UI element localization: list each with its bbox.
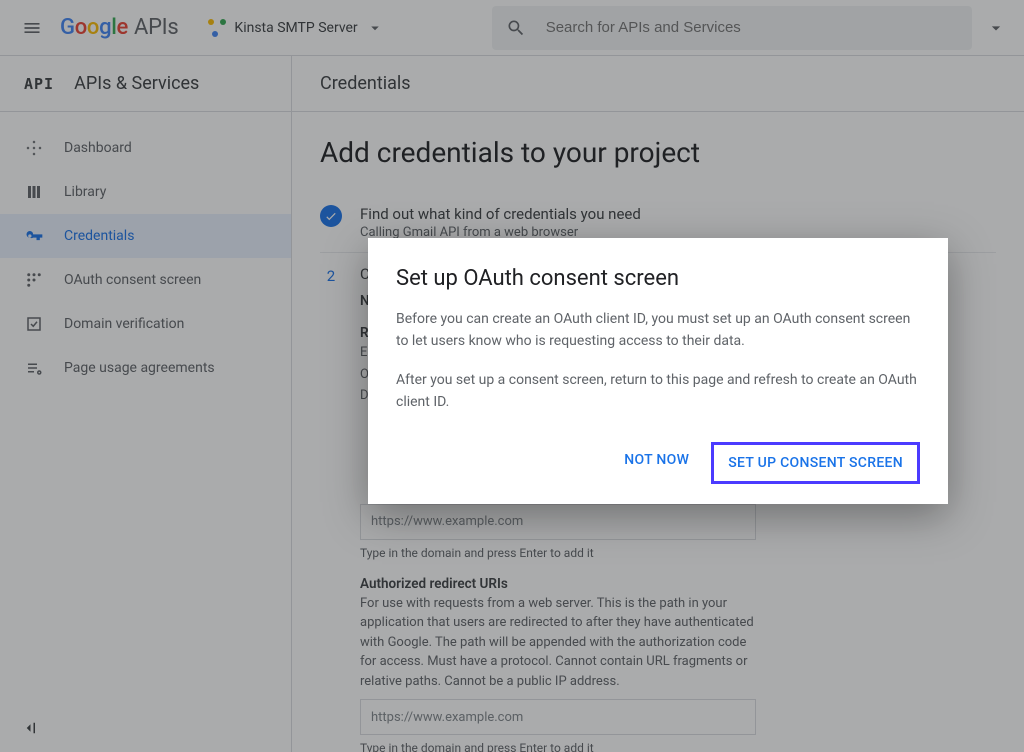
dialog-title: Set up OAuth consent screen [396, 266, 920, 291]
not-now-button[interactable]: NOT NOW [610, 442, 703, 484]
dialog-paragraph-1: Before you can create an OAuth client ID… [396, 309, 920, 352]
setup-consent-button[interactable]: SET UP CONSENT SCREEN [711, 442, 920, 484]
dialog-paragraph-2: After you set up a consent screen, retur… [396, 370, 920, 413]
oauth-consent-dialog: Set up OAuth consent screen Before you c… [368, 238, 948, 504]
